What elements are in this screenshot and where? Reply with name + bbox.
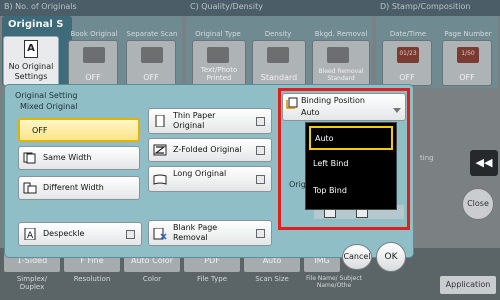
density-tile[interactable]: Standard xyxy=(252,40,306,86)
simplex-duplex-label: Simplex/ Duplex xyxy=(16,275,48,291)
binding-position-select[interactable]: Binding Position Auto xyxy=(282,93,406,121)
separate-scan-value: OFF xyxy=(143,73,159,82)
book-icon xyxy=(83,47,105,63)
binding-option-auto[interactable]: Auto xyxy=(309,126,393,150)
dropdown-caret-icon xyxy=(393,108,401,113)
density-icon xyxy=(267,47,289,63)
tab-no-of-originals[interactable]: B) No. of Originals xyxy=(4,2,77,11)
different-width-button[interactable]: Different Width xyxy=(18,176,140,200)
same-width-label: Same Width xyxy=(43,153,92,162)
thin-paper-original-label: Thin Paper Original xyxy=(173,111,216,130)
original-direction-label: Orig xyxy=(289,180,306,189)
original-type-label: Original Type xyxy=(195,30,241,38)
despeckle-label: Despeckle xyxy=(43,229,85,238)
z-folded-original-button[interactable]: Z-Folded Original xyxy=(148,138,272,162)
blank-page-removal-label: Blank Page Removal xyxy=(173,223,218,242)
date-time-icon-text: 01/23 xyxy=(399,50,417,57)
book-original-label: Book Original xyxy=(70,30,118,38)
despeckle-button[interactable]: A Despeckle xyxy=(18,222,142,246)
no-original-settings-button[interactable]: A No Original Settings xyxy=(3,36,59,86)
same-width-button[interactable]: Same Width xyxy=(18,146,140,170)
bkgd-removal-value: Bleed Removal Standard xyxy=(318,68,364,82)
page-number-icon: 1/50 xyxy=(457,47,479,63)
separate-scan-tile[interactable]: OFF xyxy=(126,40,176,86)
thin-paper-checkbox[interactable] xyxy=(256,117,265,126)
mixed-original-off-button[interactable]: OFF xyxy=(18,118,140,142)
tab-quality-density[interactable]: C) Quality/Density xyxy=(190,2,263,11)
cancel-button[interactable]: Cancel xyxy=(342,244,372,270)
bkgd-removal-icon xyxy=(327,47,349,63)
date-time-icon: 01/23 xyxy=(397,47,419,63)
despeckle-checkbox[interactable] xyxy=(126,230,135,239)
binding-position-icon xyxy=(286,97,298,109)
bkgd-removal-label: Bkgd. Removal xyxy=(314,30,368,38)
binding-position-title: Binding Position xyxy=(301,96,365,105)
file-name-label: File Name/ Subject Name/Othe xyxy=(305,275,362,289)
page-number-tile[interactable]: 1/50 OFF xyxy=(442,40,492,86)
z-fold-icon xyxy=(153,144,167,156)
density-label: Density xyxy=(264,30,292,38)
z-folded-original-label: Z-Folded Original xyxy=(173,145,242,154)
density-value: Standard xyxy=(260,73,298,82)
color-label: Color xyxy=(142,275,162,283)
page-number-label: Page Number xyxy=(444,30,492,38)
blank-page-removal-icon xyxy=(153,228,167,240)
tab-stamp-composition[interactable]: D) Stamp/Composition xyxy=(380,2,470,11)
resolution-label: Resolution xyxy=(73,275,111,283)
file-type-label: File Type xyxy=(196,275,228,283)
original-settings-title: Original S xyxy=(8,19,64,30)
separate-scan-icon xyxy=(141,47,163,63)
long-original-label: Long Original xyxy=(173,169,227,178)
separate-scan-label: Separate Scan xyxy=(126,30,178,38)
mixed-original-label: Mixed Original xyxy=(20,102,78,111)
same-width-icon xyxy=(23,152,36,164)
mixed-original-off-label: OFF xyxy=(32,126,48,135)
date-time-value: OFF xyxy=(399,73,415,82)
bkgd-removal-tile[interactable]: Bleed Removal Standard xyxy=(312,40,370,86)
text-photo-icon xyxy=(207,47,229,63)
binding-position-dropdown: Auto Left Bind Top Bind xyxy=(305,122,397,210)
date-time-tile[interactable]: 01/23 OFF xyxy=(382,40,432,86)
dialog-title: Original Setting xyxy=(15,91,78,100)
close-button[interactable]: Close xyxy=(462,188,494,220)
blank-page-removal-checkbox[interactable] xyxy=(256,229,265,238)
binding-position-value: Auto xyxy=(301,108,320,117)
thin-paper-icon xyxy=(155,115,165,127)
z-folded-checkbox[interactable] xyxy=(256,146,265,155)
page-number-value: OFF xyxy=(459,73,475,82)
original-type-value: Text/Photo Printed xyxy=(200,66,238,82)
book-original-value: OFF xyxy=(85,73,101,82)
svg-text:A: A xyxy=(27,231,34,240)
long-original-button[interactable]: Long Original xyxy=(148,166,272,192)
long-original-icon xyxy=(153,174,167,185)
ok-button[interactable]: OK xyxy=(376,242,406,272)
binding-option-top-bind[interactable]: Top Bind xyxy=(309,180,393,204)
application-button[interactable]: Application xyxy=(440,276,496,294)
collapse-arrow-button[interactable]: ◀◀ xyxy=(470,150,498,176)
blank-page-removal-button[interactable]: Blank Page Removal xyxy=(148,220,272,246)
different-width-icon xyxy=(23,182,37,194)
book-original-tile[interactable]: OFF xyxy=(68,40,118,86)
different-width-label: Different Width xyxy=(43,183,104,192)
despeckle-icon: A xyxy=(24,228,36,240)
no-original-settings-label: No Original Settings xyxy=(8,62,54,81)
long-original-checkbox[interactable] xyxy=(256,175,265,184)
binding-option-left-bind[interactable]: Left Bind xyxy=(309,153,393,177)
date-time-label: Date/Time xyxy=(389,30,427,38)
scan-size-label: Scan Size xyxy=(255,275,289,283)
document-a-icon: A xyxy=(24,40,38,58)
page-number-icon-text: 1/50 xyxy=(461,50,475,57)
original-type-tile[interactable]: Text/Photo Printed xyxy=(192,40,246,86)
setting-fragment-label: ting xyxy=(420,154,434,162)
thin-paper-original-button[interactable]: Thin Paper Original xyxy=(148,108,272,134)
